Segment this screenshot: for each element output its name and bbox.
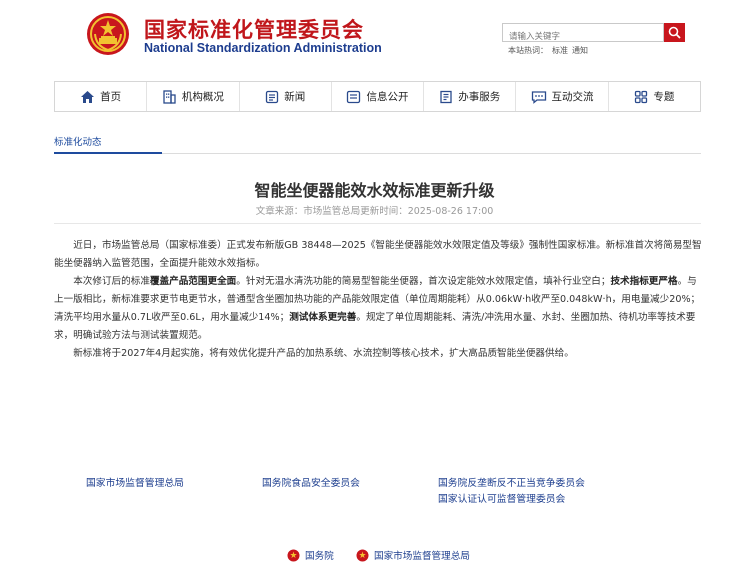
article-title: 智能坐便器能效水效标准更新升级	[254, 181, 495, 200]
footer-bottom: 国务院 国家市场监督管理总局	[0, 548, 749, 566]
article-emphasis: 技术指标更严格	[610, 276, 678, 287]
footer-samr-link[interactable]: 国家市场监督管理总局	[356, 548, 470, 562]
article-meta: 文章来源：市场监管总局更新时间：2025-08-26 17:00	[255, 206, 494, 217]
nav-item-news[interactable]: 新闻	[240, 82, 332, 111]
article-paragraph: 新标准将于2027年4月起实施，将有效优化提升产品的加热系统、水流控制等核心技术…	[54, 345, 702, 363]
hot-words: 本站热词： 标准 通知	[508, 45, 592, 56]
breadcrumb[interactable]: 标准化动态	[54, 134, 102, 148]
article-body: 近日，市场监管总局（国家标准委）正式发布新版GB 38448—2025《智能坐便…	[54, 237, 702, 363]
article-text: 。针对无温水清洗功能的简易型智能坐便器，首次设定能效水效限定值，填补行业空白；	[236, 276, 611, 287]
nav-label: 专题	[653, 91, 675, 103]
nav-label: 信息公开	[366, 91, 409, 103]
news-icon	[266, 90, 279, 103]
nav-label: 新闻	[284, 91, 306, 103]
hot-words-label: 本站热词：	[508, 46, 548, 55]
search-button[interactable]	[664, 23, 685, 42]
nav-label: 机构概况	[181, 91, 224, 103]
footer-link-food-safety[interactable]: 国务院食品安全委员会	[262, 475, 360, 489]
footer-link-samr[interactable]: 国家市场监督管理总局	[86, 475, 184, 489]
nav-item-interaction[interactable]: 互动交流	[516, 82, 609, 111]
nav-item-info[interactable]: 信息公开	[332, 82, 425, 111]
nav-label: 办事服务	[458, 91, 501, 103]
article-emphasis: 测试体系更完善	[289, 312, 357, 323]
site-title-cn[interactable]: 国家标准化管理委员会	[144, 14, 364, 44]
article-text: 本次修订后的标准	[73, 276, 150, 287]
nav-item-about[interactable]: 机构概况	[147, 82, 240, 111]
chat-icon	[531, 90, 546, 104]
site-header: 国家标准化管理委员会 National Standardization Admi…	[0, 0, 749, 78]
footer-link-antimonopoly[interactable]: 国务院反垄断反不正当竞争委员会	[438, 475, 585, 489]
building-icon	[163, 89, 176, 104]
nav-item-topics[interactable]: 专题	[609, 82, 700, 111]
search-input[interactable]	[503, 28, 663, 46]
article-text: 近日，市场监管总局（国家标准委）正式发布新版GB 38448—2025《智能坐便…	[54, 240, 702, 269]
article-divider	[54, 223, 701, 224]
footer-links: 国家市场监督管理总局 国务院食品安全委员会 国务院反垄断反不正当竞争委员会 国家…	[0, 475, 749, 515]
site-title-en[interactable]: National Standardization Administration	[144, 41, 382, 55]
article-paragraph: 本次修订后的标准覆盖产品范围更全面。针对无温水清洗功能的简易型智能坐便器，首次设…	[54, 273, 702, 345]
hot-word-link[interactable]: 通知	[572, 46, 588, 55]
emblem-icon	[356, 549, 369, 561]
nav-label: 互动交流	[551, 91, 594, 103]
info-icon	[347, 90, 361, 103]
main-nav: 首页 机构概况 新闻 信息公开 办事服务 互动交流 专题	[54, 81, 701, 112]
footer-gov-label: 国务院	[305, 551, 334, 562]
grid-icon	[635, 90, 648, 103]
home-icon	[81, 90, 95, 103]
nav-item-service[interactable]: 办事服务	[424, 82, 517, 111]
national-emblem-icon[interactable]	[86, 12, 130, 56]
emblem-icon	[287, 549, 300, 561]
nav-label: 首页	[100, 91, 122, 103]
article-paragraph: 近日，市场监管总局（国家标准委）正式发布新版GB 38448—2025《智能坐便…	[54, 237, 702, 273]
footer-link-cnca[interactable]: 国家认证认可监督管理委员会	[438, 491, 565, 505]
footer-gov-link[interactable]: 国务院	[287, 548, 334, 562]
hot-word-link[interactable]: 标准	[552, 46, 568, 55]
search-box	[502, 23, 664, 46]
breadcrumb-underline	[54, 152, 162, 154]
article-emphasis: 覆盖产品范围更全面	[149, 276, 237, 287]
nav-item-home[interactable]: 首页	[55, 82, 148, 111]
footer-samr-label: 国家市场监督管理总局	[374, 551, 470, 562]
service-icon	[440, 90, 452, 103]
search-icon	[668, 26, 681, 39]
article-text: 新标准将于2027年4月起实施，将有效优化提升产品的加热系统、水流控制等核心技术…	[73, 348, 574, 359]
